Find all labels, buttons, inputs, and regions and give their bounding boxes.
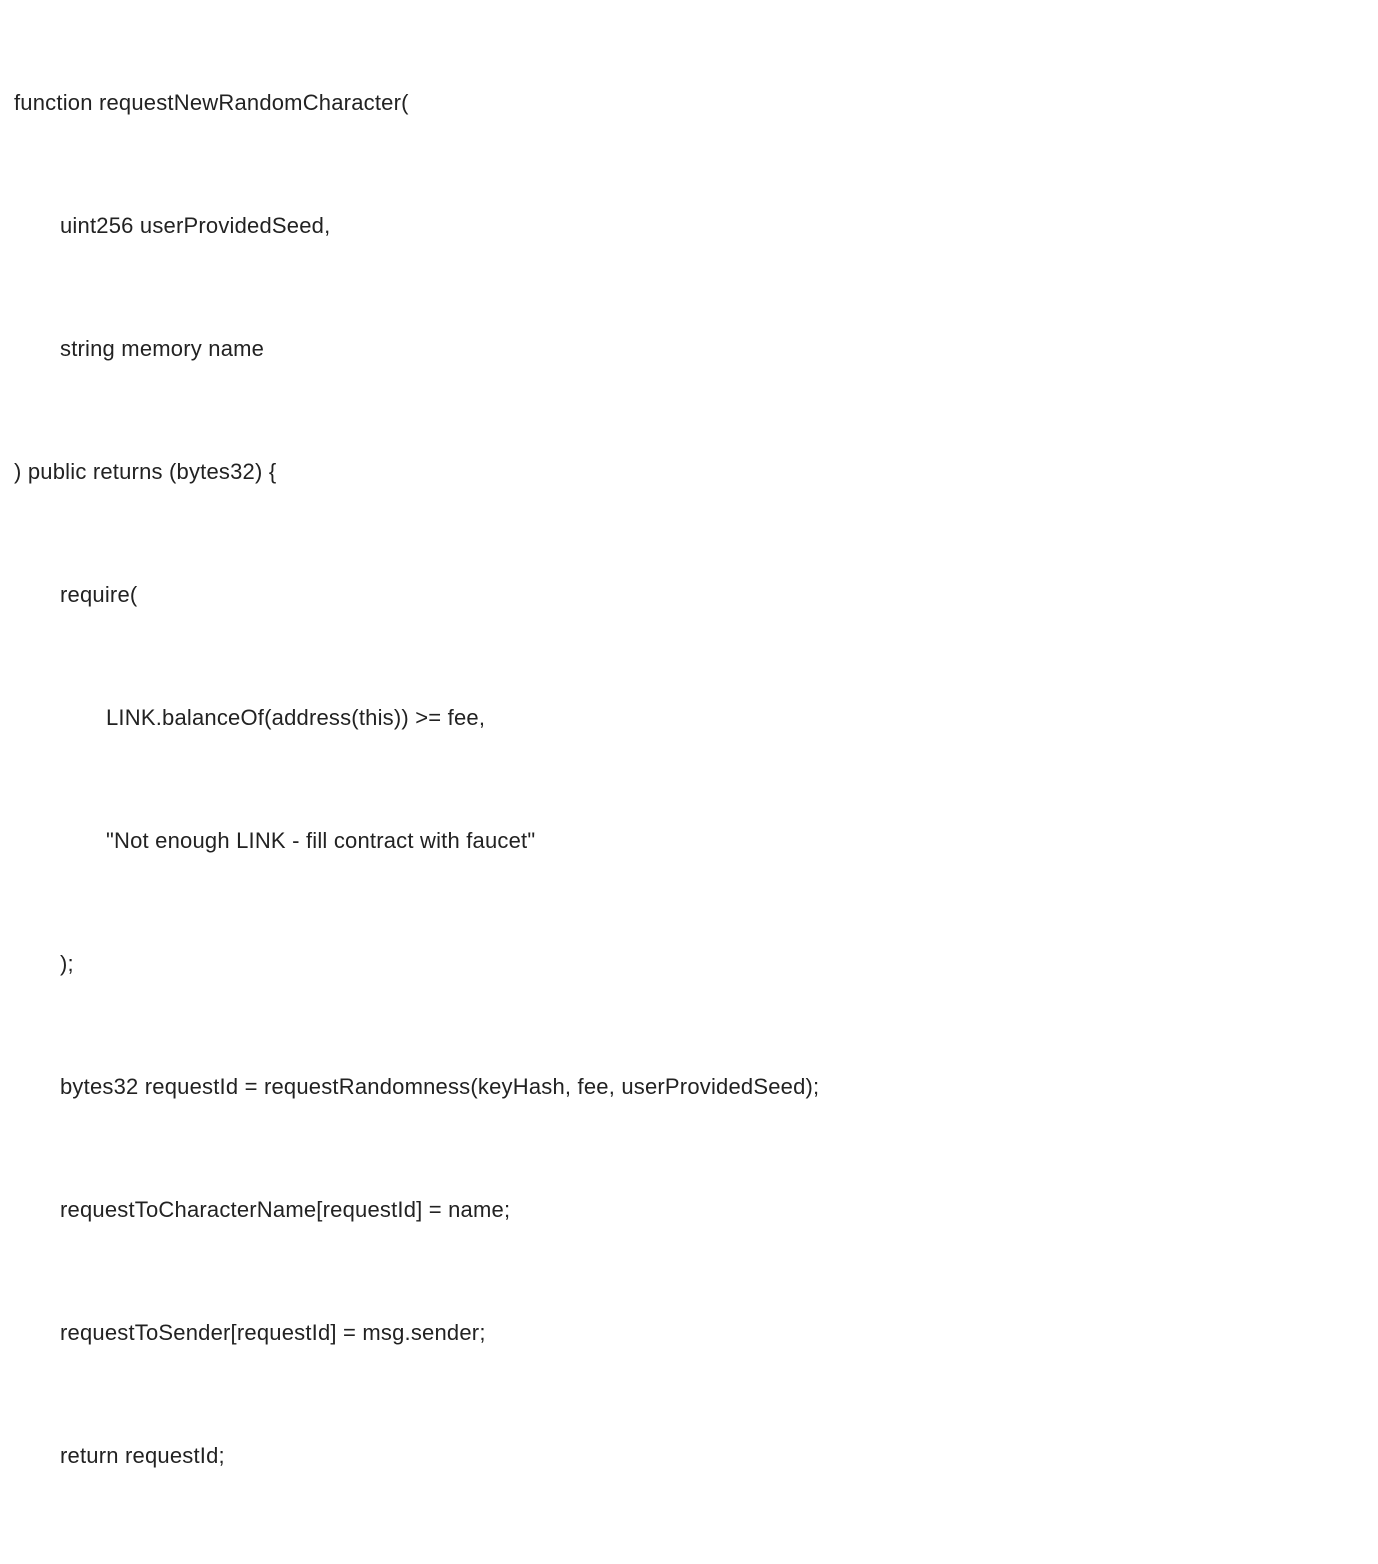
code-block: function requestNewRandomCharacter( uint… xyxy=(14,20,1364,1564)
code-line: } xyxy=(14,1562,1364,1564)
code-line: bytes32 requestId = requestRandomness(ke… xyxy=(14,1070,1364,1103)
code-line: requestToCharacterName[requestId] = name… xyxy=(14,1193,1364,1226)
code-line: string memory name xyxy=(14,332,1364,365)
code-line: function requestNewRandomCharacter( xyxy=(14,86,1364,119)
code-line: LINK.balanceOf(address(this)) >= fee, xyxy=(14,701,1364,734)
code-line: requestToSender[requestId] = msg.sender; xyxy=(14,1316,1364,1349)
code-line: require( xyxy=(14,578,1364,611)
code-line: "Not enough LINK - fill contract with fa… xyxy=(14,824,1364,857)
code-line: ) public returns (bytes32) { xyxy=(14,455,1364,488)
code-line: ); xyxy=(14,947,1364,980)
code-line: return requestId; xyxy=(14,1439,1364,1472)
code-line: uint256 userProvidedSeed, xyxy=(14,209,1364,242)
